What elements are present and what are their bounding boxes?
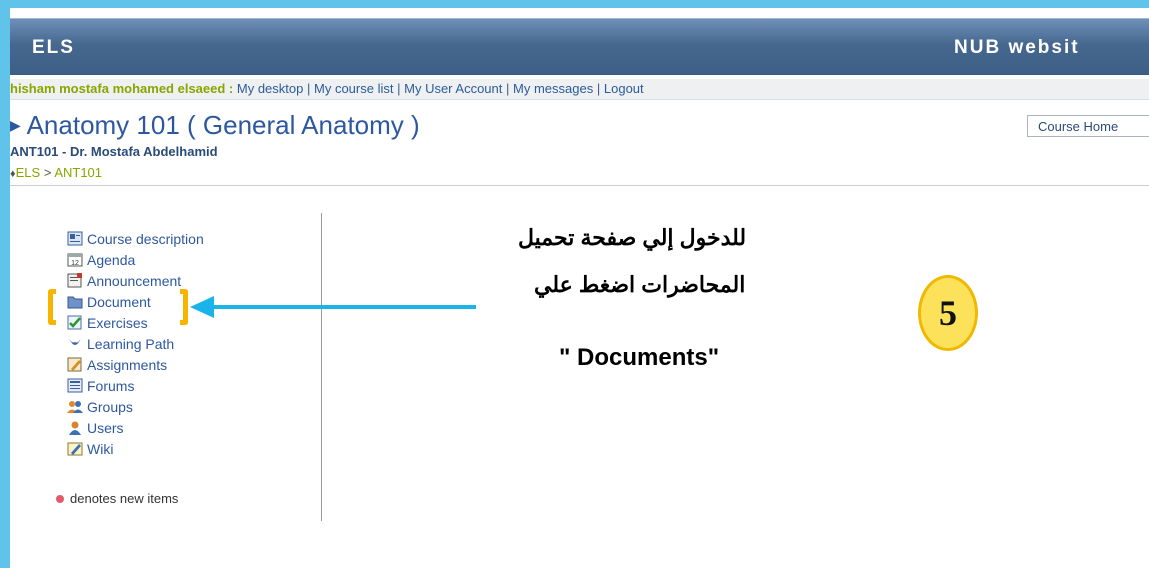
forums-icon	[67, 378, 83, 393]
menu-item-learning-path[interactable]: Learning Path	[67, 333, 204, 354]
menu-item-users[interactable]: Users	[67, 417, 204, 438]
pointer-arrow-icon	[190, 296, 476, 318]
folder-icon	[67, 296, 83, 309]
separator: |	[307, 81, 311, 96]
checkmark-icon	[67, 315, 82, 330]
my-user-account-link[interactable]: My User Account	[404, 81, 502, 96]
wiki-icon	[67, 442, 83, 456]
separator: |	[506, 81, 510, 96]
user-icon	[69, 421, 81, 435]
menu-label: Forums	[87, 377, 135, 394]
brand-link[interactable]: ELS	[32, 37, 75, 59]
breadcrumb-els[interactable]: ELS	[16, 165, 41, 180]
new-item-dot-icon	[56, 494, 64, 503]
divider	[10, 185, 1149, 186]
menu-item-agenda[interactable]: 12 Agenda	[67, 249, 204, 270]
nub-website-link[interactable]: NUB websit	[954, 37, 1080, 59]
breadcrumb-separator: >	[43, 165, 52, 180]
my-desktop-link[interactable]: My desktop	[237, 81, 303, 96]
menu-label: Announcement	[87, 272, 182, 289]
menu-label: Course description	[87, 230, 204, 247]
annotation-line-3: " Documents"	[559, 344, 720, 371]
course-subtitle: ANT101 - Dr. Mostafa Abdelhamid	[10, 144, 218, 159]
menu-label: Exercises	[87, 314, 148, 331]
annotation-line-1: للدخول إلي صفحة تحميل	[518, 225, 747, 250]
step-number: 5	[939, 293, 957, 333]
menu-label: Agenda	[87, 251, 136, 268]
course-title-text: Anatomy 101 ( General Anatomy )	[26, 110, 420, 140]
menu-label: Wiki	[87, 440, 114, 457]
menu-item-announcement[interactable]: Announcement	[67, 270, 204, 291]
course-description-icon	[67, 231, 83, 246]
svg-text:12: 12	[71, 260, 79, 267]
course-home-select[interactable]: Course Home	[1027, 115, 1149, 137]
menu-label: Document	[87, 293, 151, 310]
breadcrumb: ♦ELS > ANT101	[10, 165, 102, 180]
logout-link[interactable]: Logout	[604, 81, 644, 96]
course-tools-menu: Course description 12 Agenda Announcemen…	[67, 228, 204, 459]
announcement-icon	[67, 273, 82, 288]
menu-item-course-description[interactable]: Course description	[67, 228, 204, 249]
header-bar: ELS NUB websit	[10, 18, 1149, 75]
menu-item-wiki[interactable]: Wiki	[67, 438, 204, 459]
menu-item-assignments[interactable]: Assignments	[67, 354, 204, 375]
browser-page: ELS NUB websit hisham mostafa mohamed el…	[10, 8, 1149, 568]
course-title: ▶ Anatomy 101 ( General Anatomy )	[10, 110, 420, 141]
user-navigation-bar: hisham mostafa mohamed elsaeed : My desk…	[10, 79, 1149, 100]
learning-path-icon	[69, 338, 81, 345]
menu-item-forums[interactable]: Forums	[67, 375, 204, 396]
menu-label: Users	[87, 419, 124, 436]
new-items-legend: denotes new items	[56, 491, 178, 506]
menu-item-groups[interactable]: Groups	[67, 396, 204, 417]
user-name-colon: :	[225, 81, 234, 96]
highlight-bracket-right	[180, 289, 188, 325]
highlight-bracket-left	[48, 289, 56, 325]
user-name[interactable]: hisham mostafa mohamed elsaeed	[10, 81, 225, 96]
groups-icon	[67, 401, 83, 413]
separator: |	[596, 81, 601, 96]
my-course-list-link[interactable]: My course list	[314, 81, 393, 96]
my-messages-link[interactable]: My messages	[513, 81, 593, 96]
annotation-line-2: المحاضرات اضغط علي	[534, 272, 746, 297]
breadcrumb-ant101[interactable]: ANT101	[54, 165, 102, 180]
separator: |	[397, 81, 401, 96]
step-number-badge: 5	[918, 275, 978, 351]
menu-label: Groups	[87, 398, 133, 415]
triangle-icon: ▶	[10, 117, 21, 133]
menu-label: Learning Path	[87, 335, 175, 352]
menu-label: Assignments	[87, 356, 168, 373]
legend-text: denotes new items	[70, 491, 179, 506]
assignments-icon	[67, 357, 82, 372]
agenda-icon: 12	[67, 253, 83, 267]
vertical-divider	[321, 213, 322, 521]
